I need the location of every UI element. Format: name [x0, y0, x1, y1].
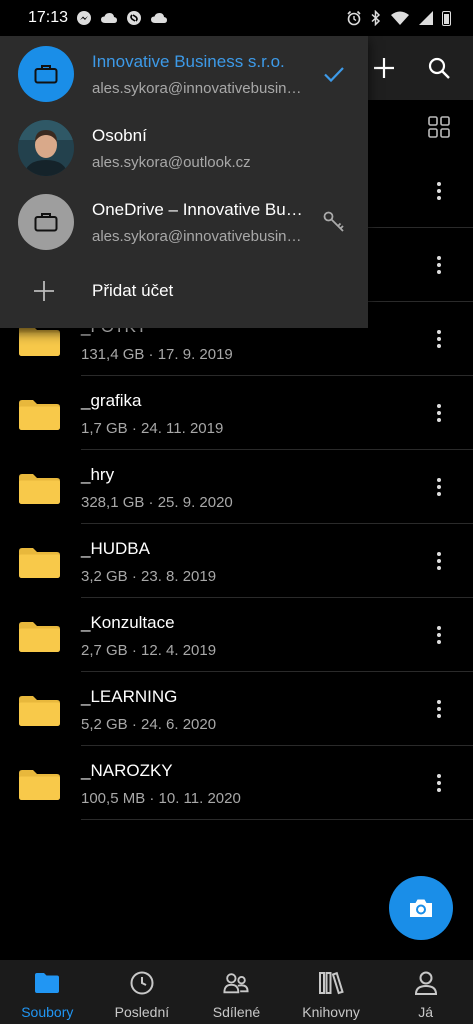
- file-size-date: 100,5 MB · 10. 11. 2020: [81, 790, 241, 807]
- account-email: ales.sykora@innovativebusiness.cz: [92, 228, 304, 245]
- file-row[interactable]: _grafika 1,7 GB · 24. 11. 2019: [0, 376, 473, 450]
- briefcase-avatar: [18, 194, 74, 250]
- add-account-label: Přidat účet: [92, 281, 174, 300]
- wifi-icon: [391, 11, 409, 25]
- more-options-icon[interactable]: [429, 623, 449, 647]
- messenger-icon: [77, 11, 92, 25]
- file-name: _HUDBA: [81, 539, 150, 558]
- more-options-icon[interactable]: [429, 549, 449, 573]
- account-item-osobni[interactable]: Osobní ales.sykora@outlook.cz: [0, 110, 368, 184]
- file-name: _hry: [81, 465, 115, 484]
- nav-item-sdilene[interactable]: Sdílené: [189, 960, 284, 1024]
- add-icon[interactable]: [366, 50, 402, 86]
- bottom-nav: Soubory Poslední Sdílené Knihovny Já: [0, 960, 473, 1024]
- clock-icon: [129, 970, 155, 996]
- file-name: _LEARNING: [81, 687, 178, 706]
- battery-icon: [442, 10, 451, 26]
- account-item-innovative-business[interactable]: Innovative Business s.r.o. ales.sykora@i…: [0, 36, 368, 110]
- nav-label: Já: [418, 1004, 434, 1020]
- folder-icon: [18, 769, 61, 801]
- file-name: _grafika: [81, 391, 142, 410]
- status-left: 17:13: [28, 9, 168, 27]
- file-size-date: 3,2 GB · 23. 8. 2019: [81, 568, 217, 585]
- more-options-icon[interactable]: [429, 327, 449, 351]
- folder-icon: [18, 695, 61, 727]
- file-name: _NAROZKY: [81, 761, 173, 780]
- status-time: 17:13: [28, 9, 69, 26]
- file-meta: 328,1 GB · 25. 9. 2020: [81, 494, 233, 511]
- library-icon: [318, 970, 344, 996]
- nav-label: Knihovny: [302, 1004, 360, 1020]
- divider: [81, 819, 473, 820]
- add-icon: [34, 281, 54, 301]
- folder-icon: [18, 621, 61, 653]
- briefcase-icon: [34, 65, 58, 84]
- camera-icon: [410, 899, 432, 917]
- account-name: OneDrive – Innovative Business s.r.o.: [92, 200, 304, 219]
- alarm-icon: [347, 10, 361, 26]
- file-size-date: 5,2 GB · 24. 6. 2020: [81, 716, 217, 733]
- file-name: _Konzultace: [81, 613, 175, 632]
- account-item-onedrive-innovative[interactable]: OneDrive – Innovative Business s.r.o. al…: [0, 184, 368, 258]
- file-meta: 2,7 GB · 12. 4. 2019: [81, 642, 216, 659]
- more-options-icon[interactable]: [429, 401, 449, 425]
- file-meta: 5,2 GB · 24. 6. 2020: [81, 716, 216, 733]
- nav-label: Poslední: [114, 1004, 170, 1020]
- file-row[interactable]: _LEARNING 5,2 GB · 24. 6. 2020: [0, 672, 473, 746]
- briefcase-icon: [34, 213, 58, 232]
- file-meta: 1,7 GB · 24. 11. 2019: [81, 420, 223, 437]
- status-right: [346, 10, 451, 26]
- file-meta: 131,4 GB · 17. 9. 2019: [81, 346, 233, 363]
- checkmark-icon: [324, 67, 344, 83]
- briefcase-avatar: [18, 46, 74, 102]
- camera-button[interactable]: [389, 876, 453, 940]
- more-options-icon[interactable]: [429, 475, 449, 499]
- account-menu: Innovative Business s.r.o. ales.sykora@i…: [0, 36, 368, 328]
- account-name: Innovative Business s.r.o.: [92, 52, 285, 71]
- profile-photo: [18, 120, 74, 176]
- file-size-date: 328,1 GB · 25. 9. 2020: [81, 494, 233, 511]
- more-options-icon[interactable]: [429, 697, 449, 721]
- bluetooth-icon: [371, 10, 381, 26]
- cloud-icon: [101, 13, 118, 23]
- file-row[interactable]: _NAROZKY 100,5 MB · 10. 11. 2020: [0, 746, 473, 820]
- file-meta: 100,5 MB · 10. 11. 2020: [81, 790, 241, 807]
- people-icon: [223, 970, 250, 996]
- signal-icon: [419, 11, 433, 25]
- file-size-date: 1,7 GB · 24. 11. 2019: [81, 420, 224, 437]
- file-size-date: 2,7 GB · 12. 4. 2019: [81, 642, 217, 659]
- more-options-icon[interactable]: [429, 771, 449, 795]
- profile-photo-avatar: [18, 120, 74, 176]
- account-email: ales.sykora@innovativebusiness.cz: [92, 80, 304, 97]
- file-row[interactable]: _Konzultace 2,7 GB · 12. 4. 2019: [0, 598, 473, 672]
- file-row[interactable]: _HUDBA 3,2 GB · 23. 8. 2019: [0, 524, 473, 598]
- nav-item-posledni[interactable]: Poslední: [95, 960, 190, 1024]
- shazam-icon: [127, 11, 142, 25]
- key-icon: [323, 211, 344, 232]
- folder-icon: [18, 547, 61, 579]
- account-email: ales.sykora@outlook.cz: [92, 154, 251, 171]
- folder-icon: [34, 970, 60, 996]
- nav-item-knihovny[interactable]: Knihovny: [284, 960, 379, 1024]
- folder-icon: [18, 325, 61, 357]
- search-icon[interactable]: [421, 50, 457, 86]
- grid-view-icon[interactable]: [427, 115, 451, 139]
- account-name: Osobní: [92, 126, 147, 145]
- cloud-icon: [151, 13, 168, 23]
- nav-label: Sdílené: [212, 1004, 261, 1020]
- status-bar: 17:13: [0, 0, 473, 36]
- add-account-button[interactable]: Přidat účet: [0, 256, 368, 326]
- folder-icon: [18, 473, 61, 505]
- more-options-icon[interactable]: [429, 179, 449, 203]
- person-icon: [413, 970, 439, 996]
- folder-icon: [18, 399, 61, 431]
- nav-item-soubory[interactable]: Soubory: [0, 960, 95, 1024]
- more-options-icon[interactable]: [429, 253, 449, 277]
- file-meta: 3,2 GB · 23. 8. 2019: [81, 568, 216, 585]
- nav-item-ja[interactable]: Já: [378, 960, 473, 1024]
- file-row[interactable]: _hry 328,1 GB · 25. 9. 2020: [0, 450, 473, 524]
- file-size-date: 131,4 GB · 17. 9. 2019: [81, 346, 233, 363]
- nav-label: Soubory: [21, 1004, 74, 1020]
